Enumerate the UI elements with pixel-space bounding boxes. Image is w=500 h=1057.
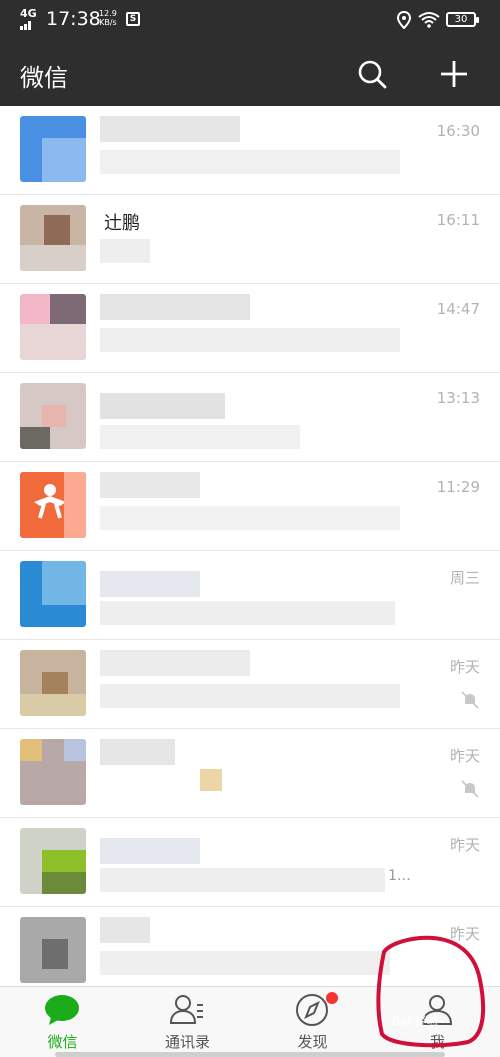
blurred-preview xyxy=(100,425,300,449)
chat-time: 14:47 xyxy=(436,300,480,318)
avatar xyxy=(20,472,86,538)
blurred-name xyxy=(100,294,250,320)
discover-badge xyxy=(326,992,338,1004)
home-indicator xyxy=(55,1052,445,1057)
chat-time: 13:13 xyxy=(436,389,480,407)
blurred-name xyxy=(100,838,200,864)
network-indicator: 4G xyxy=(20,7,37,32)
chat-time: 昨天 xyxy=(449,658,480,676)
mute-bell-icon xyxy=(461,691,479,709)
avatar xyxy=(20,739,86,805)
chat-row[interactable]: 14:47 xyxy=(0,284,500,373)
tab-label: 我 xyxy=(429,1033,445,1051)
chat-row[interactable]: 16:30 xyxy=(0,106,500,195)
tab-label: 发现 xyxy=(297,1033,328,1051)
bottom-nav: 微信 通讯录 发现 我 xyxy=(0,986,500,1057)
blurred-emoji xyxy=(200,769,222,791)
avatar xyxy=(20,116,86,182)
chat-time: 周三 xyxy=(449,569,480,587)
avatar xyxy=(20,205,86,271)
speed-value: 12.9 xyxy=(99,9,117,18)
blurred-preview xyxy=(100,239,150,263)
avatar xyxy=(20,828,86,894)
preview-tail: 1… xyxy=(388,868,411,884)
header: 微信 xyxy=(0,40,500,106)
wifi-icon xyxy=(418,12,440,28)
tab-chats[interactable]: 微信 xyxy=(0,987,125,1057)
tab-contacts[interactable]: 通讯录 xyxy=(125,987,250,1057)
chat-time: 11:29 xyxy=(436,478,480,496)
mute-bell-icon xyxy=(461,780,479,798)
blurred-preview xyxy=(100,951,390,975)
chat-row[interactable]: 辻鹏 16:11 xyxy=(0,195,500,284)
blurred-preview xyxy=(100,150,400,174)
chat-row[interactable]: 昨天 xyxy=(0,640,500,729)
s-badge-icon: S xyxy=(126,12,140,26)
blurred-preview xyxy=(100,601,395,625)
blurred-preview xyxy=(100,506,400,530)
signal-icon xyxy=(20,21,31,30)
blurred-name xyxy=(100,472,200,498)
avatar xyxy=(20,650,86,716)
chat-row[interactable]: 13:13 xyxy=(0,373,500,462)
network-label: 4G xyxy=(20,7,37,20)
blurred-preview xyxy=(100,328,400,352)
chat-time: 昨天 xyxy=(449,925,480,943)
tab-label: 通讯录 xyxy=(164,1033,210,1051)
plus-icon[interactable] xyxy=(436,56,472,92)
status-time: 17:38 xyxy=(46,8,101,30)
chat-row[interactable]: 1… 昨天 xyxy=(0,818,500,907)
chat-time: 昨天 xyxy=(449,836,480,854)
blurred-name xyxy=(100,917,150,943)
battery-icon: 30 xyxy=(446,12,479,27)
avatar xyxy=(20,917,86,983)
tab-discover[interactable]: 发现 xyxy=(250,987,375,1057)
avatar xyxy=(20,561,86,627)
blurred-name xyxy=(100,393,225,419)
network-speed: 12.9 KB/s xyxy=(99,9,117,27)
blurred-preview xyxy=(100,868,385,892)
blurred-name xyxy=(100,571,200,597)
chat-row[interactable]: 周三 xyxy=(0,551,500,640)
contacts-icon xyxy=(169,995,203,1024)
blurred-preview xyxy=(100,684,400,708)
avatar xyxy=(20,383,86,449)
chat-list: 16:30 辻鹏 16:11 14:47 13:13 11:29 周三 昨天 昨… xyxy=(0,106,500,986)
blurred-name xyxy=(100,650,250,676)
avatar xyxy=(20,294,86,360)
tab-me[interactable]: 我 xyxy=(375,987,500,1057)
compass-icon xyxy=(296,994,328,1026)
chat-time: 16:11 xyxy=(436,211,480,229)
location-icon xyxy=(396,11,412,29)
tab-label: 微信 xyxy=(47,1033,78,1051)
chat-bubble-icon xyxy=(45,995,79,1025)
search-icon[interactable] xyxy=(356,58,388,90)
chat-time: 16:30 xyxy=(436,122,480,140)
speed-unit: KB/s xyxy=(99,18,117,27)
blurred-name xyxy=(100,116,240,142)
chat-time: 昨天 xyxy=(449,747,480,765)
chat-name: 辻鹏 xyxy=(104,213,140,234)
chat-row[interactable]: 昨天 xyxy=(0,729,500,818)
status-bar: 4G 17:38 12.9 KB/s S 30 xyxy=(0,0,500,40)
blurred-name xyxy=(100,739,175,765)
person-icon xyxy=(421,995,453,1025)
page-title: 微信 xyxy=(20,64,68,92)
chat-row[interactable]: 昨天 xyxy=(0,907,500,986)
chat-row[interactable]: 11:29 xyxy=(0,462,500,551)
